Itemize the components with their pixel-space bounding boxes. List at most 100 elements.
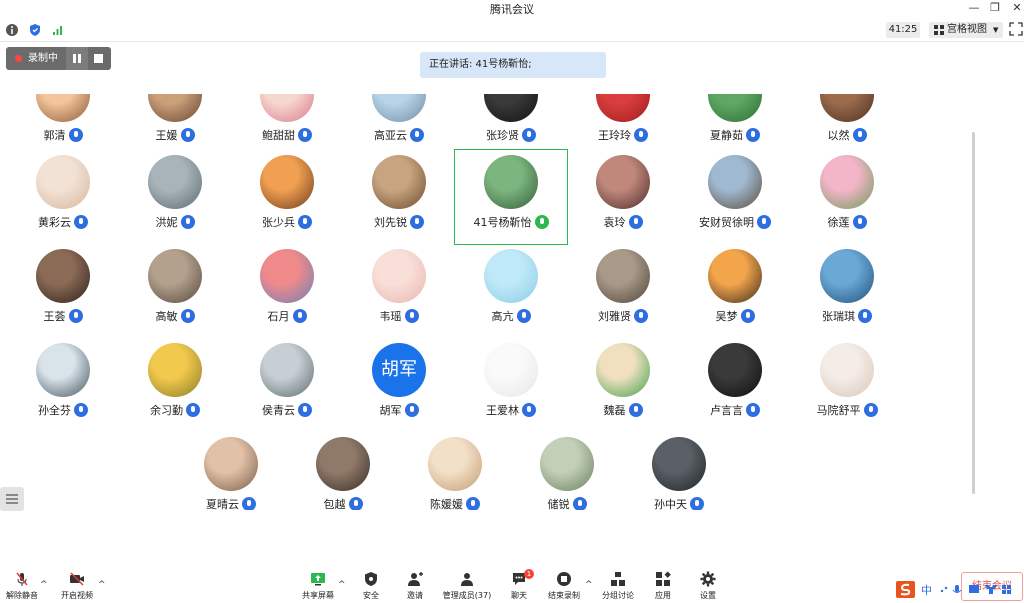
participant-name-row: 吴梦 bbox=[679, 308, 791, 324]
participant-tile[interactable]: 洪妮 bbox=[119, 150, 231, 244]
shield-icon[interactable] bbox=[28, 23, 42, 37]
participant-tile[interactable]: 卢言言 bbox=[679, 338, 791, 432]
unmute-button[interactable]: 解除静音 bbox=[0, 566, 44, 600]
participant-tile[interactable]: 陈媛媛 bbox=[399, 432, 511, 510]
participant-tile-active-speaker[interactable]: 41号杨靳怡 bbox=[454, 149, 568, 245]
minimize-button[interactable]: — bbox=[964, 0, 984, 16]
mic-icon bbox=[74, 215, 88, 229]
participant-tile[interactable]: 王荟 bbox=[7, 244, 119, 338]
participant-tile[interactable]: 夏晴云 bbox=[175, 432, 287, 510]
participant-name-row: 王玲玲 bbox=[567, 127, 679, 143]
participant-tile[interactable]: 吴梦 bbox=[679, 244, 791, 338]
share-screen-button[interactable]: 共享屏幕 bbox=[296, 566, 340, 600]
restore-button[interactable]: ❐ bbox=[985, 0, 1005, 16]
participant-name: 鲍甜甜 bbox=[262, 129, 295, 142]
ime-toolbar[interactable]: 中 bbox=[896, 580, 1020, 599]
participant-tile[interactable]: 刘先锐 bbox=[343, 150, 455, 244]
participant-tile[interactable]: 高敏 bbox=[119, 244, 231, 338]
participant-name-row: 高敏 bbox=[119, 308, 231, 324]
participant-name-row: 刘雅贤 bbox=[567, 308, 679, 324]
participant-tile[interactable]: 包越 bbox=[287, 432, 399, 510]
participant-grid: 郭清 王媛 鲍甜甜 高亚云 张珍贤 王玲玲 夏静茹 以然黄彩云 洪妮 张少兵 刘先锐 41号杨靳怡 袁玲… bbox=[0, 94, 972, 510]
avatar bbox=[652, 437, 706, 491]
chevron-up-icon[interactable]: ^ bbox=[585, 580, 593, 590]
participant-name: 黄彩云 bbox=[38, 216, 71, 229]
participant-tile[interactable]: 安财贸徐明 bbox=[679, 150, 791, 244]
participant-tile[interactable]: 黄彩云 bbox=[7, 150, 119, 244]
participant-name: 孙全芬 bbox=[38, 404, 71, 417]
start-video-button[interactable]: 开启视频 bbox=[55, 566, 99, 600]
signal-icon[interactable] bbox=[51, 23, 65, 37]
mic-icon bbox=[186, 403, 200, 417]
chevron-up-icon[interactable]: ^ bbox=[98, 580, 106, 590]
avatar bbox=[36, 249, 90, 303]
participant-tile[interactable]: 韦瑶 bbox=[343, 244, 455, 338]
avatar bbox=[372, 94, 426, 122]
participant-tile[interactable]: 孙全芬 bbox=[7, 338, 119, 432]
ime-mode-label: 中 bbox=[921, 584, 932, 597]
mic-icon bbox=[292, 309, 307, 323]
participant-tile[interactable]: 张瑞琪 bbox=[791, 244, 903, 338]
speaking-banner: 正在讲话: 41号杨靳怡; bbox=[420, 52, 606, 78]
manage-members-button[interactable]: 管理成员(37) bbox=[443, 566, 491, 600]
stop-recording-button[interactable] bbox=[94, 54, 103, 63]
participant-name: 孙中天 bbox=[654, 498, 687, 510]
end-recording-button[interactable]: 结束录制 bbox=[542, 566, 586, 600]
info-icon[interactable] bbox=[5, 23, 19, 37]
avatar bbox=[596, 343, 650, 397]
fullscreen-icon[interactable] bbox=[1009, 22, 1023, 36]
participant-tile[interactable]: 以然 bbox=[791, 94, 903, 157]
participant-name: 韦瑶 bbox=[379, 310, 402, 323]
settings-button[interactable]: 设置 bbox=[686, 566, 730, 600]
participant-tile[interactable]: 夏静茹 bbox=[679, 94, 791, 157]
participant-tile[interactable]: 马院舒平 bbox=[791, 338, 903, 432]
avatar bbox=[484, 155, 538, 209]
participant-tile[interactable]: 鲍甜甜 bbox=[231, 94, 343, 157]
invite-button[interactable]: 邀请 bbox=[393, 566, 437, 600]
participant-name-row: 张瑞琪 bbox=[791, 308, 903, 324]
avatar bbox=[260, 155, 314, 209]
participant-tile[interactable]: 高亢 bbox=[455, 244, 567, 338]
participant-tile[interactable]: 储锐 bbox=[511, 432, 623, 510]
participant-tile[interactable]: 王玲玲 bbox=[567, 94, 679, 157]
participant-tile[interactable]: 孙中天 bbox=[623, 432, 735, 510]
pause-recording-button[interactable] bbox=[66, 47, 88, 70]
participant-name-row: 以然 bbox=[791, 127, 903, 143]
participant-tile[interactable]: 郭清 bbox=[7, 94, 119, 157]
chevron-up-icon[interactable]: ^ bbox=[338, 580, 346, 590]
participant-tile[interactable]: 魏磊 bbox=[567, 338, 679, 432]
participant-name-row: 黄彩云 bbox=[7, 214, 119, 230]
mic-icon bbox=[746, 403, 760, 417]
avatar: 胡军 bbox=[372, 343, 426, 397]
record-stop-icon bbox=[557, 572, 571, 586]
grid-scrollbar[interactable] bbox=[972, 132, 975, 494]
member-list-toggle[interactable] bbox=[0, 487, 24, 511]
participant-tile[interactable]: 徐莲 bbox=[791, 150, 903, 244]
chevron-up-icon[interactable]: ^ bbox=[40, 580, 48, 590]
mic-icon bbox=[242, 497, 256, 510]
avatar bbox=[36, 94, 90, 122]
participant-name-row: 孙全芬 bbox=[7, 402, 119, 418]
participant-tile[interactable]: 侯青云 bbox=[231, 338, 343, 432]
participant-tile[interactable]: 袁玲 bbox=[567, 150, 679, 244]
avatar bbox=[260, 343, 314, 397]
mic-icon bbox=[298, 215, 312, 229]
close-button[interactable]: ✕ bbox=[1007, 0, 1024, 16]
avatar bbox=[148, 343, 202, 397]
participant-tile[interactable]: 张少兵 bbox=[231, 150, 343, 244]
participant-name-row: 郭清 bbox=[7, 127, 119, 143]
participant-name: 刘雅贤 bbox=[598, 310, 631, 323]
participant-tile[interactable]: 刘雅贤 bbox=[567, 244, 679, 338]
participant-tile[interactable]: 王媛 bbox=[119, 94, 231, 157]
participant-tile[interactable]: 胡军 胡军 bbox=[343, 338, 455, 432]
participant-tile[interactable]: 张珍贤 bbox=[455, 94, 567, 157]
participant-tile[interactable]: 高亚云 bbox=[343, 94, 455, 157]
share-screen-icon bbox=[311, 573, 325, 586]
participant-tile[interactable]: 石月 bbox=[231, 244, 343, 338]
view-mode-select[interactable]: 宫格视图 ▼ bbox=[929, 22, 1003, 38]
participant-tile[interactable]: 王爱林 bbox=[455, 338, 567, 432]
participant-tile[interactable]: 余习勤 bbox=[119, 338, 231, 432]
mic-icon bbox=[180, 215, 195, 229]
participant-name-row: 韦瑶 bbox=[343, 308, 455, 324]
bottom-control-bar: 解除静音 ^ 开启视频 ^ 共享屏幕 ^ 安全 邀请 管理成员(37) 1 聊天… bbox=[0, 566, 1024, 600]
